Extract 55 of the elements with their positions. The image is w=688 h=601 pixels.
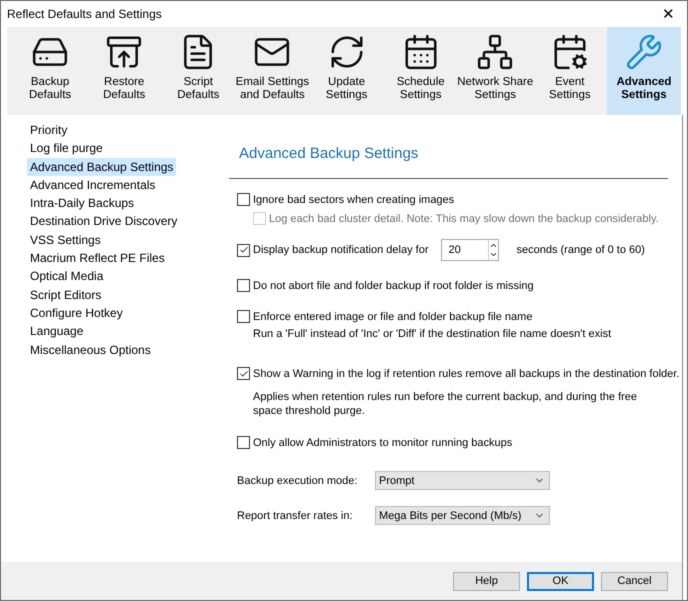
sidebar-item[interactable]: Log file purge — [27, 139, 106, 158]
option-note: Run a 'Full' instead of 'Inc' or 'Diff' if the destination file name doesn't exist — [253, 327, 612, 341]
wrench-icon — [624, 33, 663, 71]
sidebar-item[interactable]: Destination Drive Discovery — [27, 212, 180, 231]
check-icon — [238, 245, 248, 255]
close-button[interactable]: ✕ — [656, 5, 681, 23]
checkbox[interactable] — [237, 279, 250, 292]
toolbar-tab[interactable]: Event Settings — [532, 27, 607, 115]
option-label: Only allow Administrators to monitor running backups — [253, 436, 512, 448]
toolbar-tab[interactable]: Email Settings and Defaults — [235, 27, 310, 115]
sidebar-item[interactable]: Language — [27, 322, 86, 341]
number-spinner[interactable]: 20 — [441, 239, 500, 261]
spin-up-icon[interactable] — [489, 241, 498, 250]
window-title: Reflect Defaults and Settings — [7, 7, 162, 21]
spin-down-icon[interactable] — [489, 250, 498, 259]
option-label: Enforce entered image or file and folder backup file name — [253, 310, 532, 322]
option-label: Do not abort file and folder backup if root folder is missing — [253, 280, 534, 292]
checkbox[interactable] — [237, 193, 250, 206]
toolbar-tab[interactable]: Network Share Settings — [458, 27, 533, 115]
option-label: Log each bad cluster detail. Note: This may slow down the backup considerably. — [269, 212, 659, 224]
toolbar-tab[interactable]: Backup Defaults — [13, 27, 88, 115]
sidebar-item[interactable]: Priority — [27, 121, 70, 140]
option-label: Ignore bad sectors when creating images — [253, 194, 454, 206]
unit-label: seconds (range of 0 to 60) — [516, 244, 645, 256]
option-label: Show a Warning in the log if retention rules remove all backups in the destination folder. — [253, 368, 680, 380]
dialog-button[interactable]: Cancel — [601, 572, 668, 590]
sidebar-item[interactable]: Optical Media — [27, 267, 106, 286]
dropdown[interactable]: Mega Bits per Second (Mb/s) — [375, 506, 550, 525]
sidebar-item[interactable]: Miscellaneous Options — [27, 340, 154, 359]
sidebar-item[interactable]: Advanced Backup Settings — [27, 158, 176, 176]
sidebar-item[interactable]: Intra-Daily Backups — [27, 194, 138, 212]
toolbar-tab[interactable]: Restore Defaults — [87, 27, 162, 115]
dropdown[interactable]: Prompt — [375, 471, 550, 490]
checkbox[interactable] — [237, 436, 250, 449]
dialog-button[interactable]: Help — [453, 572, 520, 590]
sidebar-item[interactable]: Script Editors — [27, 286, 104, 304]
sidebar-item[interactable]: Advanced Incrementals — [27, 176, 158, 194]
toolbar-tab[interactable]: Update Settings — [310, 27, 384, 115]
sidebar-item[interactable]: Configure Hotkey — [27, 304, 126, 322]
dialog-button[interactable]: OK — [527, 572, 594, 590]
checkbox[interactable] — [237, 310, 250, 323]
toolbar-tab[interactable]: Script Defaults — [161, 27, 236, 115]
check-icon — [238, 368, 248, 378]
toolbar-tab[interactable]: Advanced Settings — [606, 27, 681, 115]
field-label: Report transfer rates in: — [237, 510, 354, 522]
panel-title: Advanced Backup Settings — [239, 145, 420, 162]
network-icon — [476, 33, 514, 71]
sidebar-item[interactable]: Macrium Reflect PE Files — [27, 249, 168, 268]
option-note: Applies when retention rules run before the current backup, and during the free space threshold purge. — [253, 390, 638, 418]
checkbox[interactable] — [237, 244, 250, 256]
checkbox[interactable] — [237, 367, 250, 380]
option-label: Display backup notification delay for — [253, 244, 428, 256]
toolbar-tab[interactable]: Schedule Settings — [384, 27, 458, 115]
field-label: Backup execution mode: — [237, 474, 358, 486]
sidebar-item[interactable]: VSS Settings — [27, 230, 104, 250]
